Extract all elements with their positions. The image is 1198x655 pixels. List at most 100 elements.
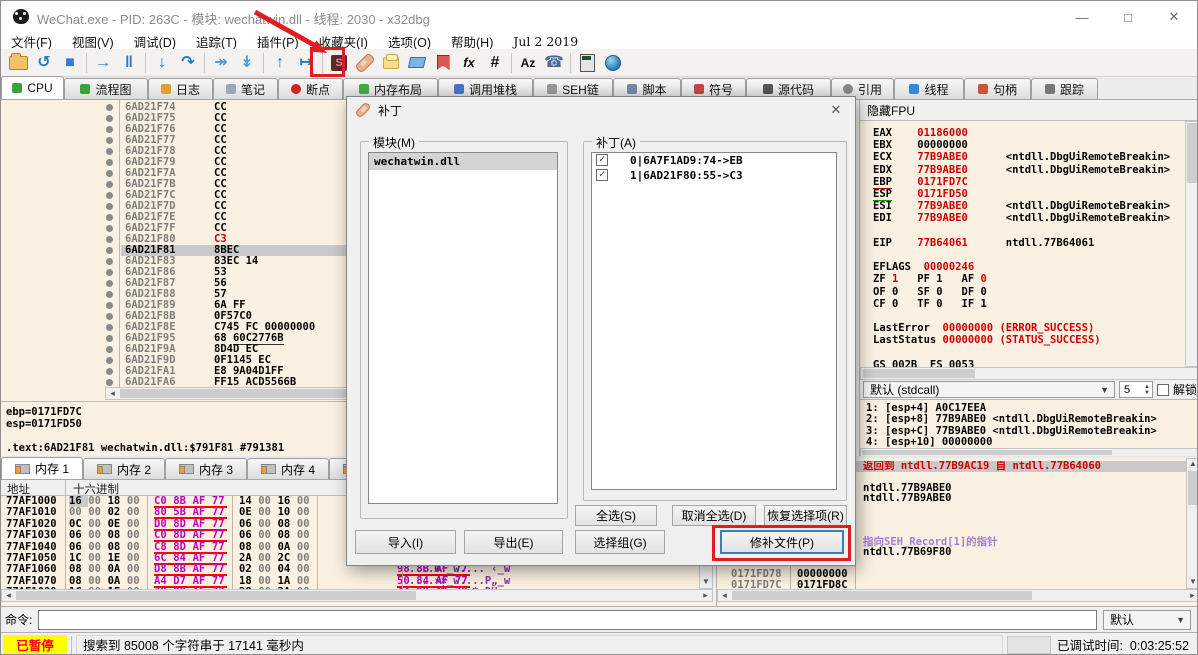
functions-button[interactable]: fx: [456, 51, 482, 75]
select-group-button[interactable]: 选择组(G): [575, 530, 665, 554]
tab-流程图[interactable]: 流程图: [64, 78, 148, 99]
breakpoint-dot[interactable]: [106, 291, 113, 298]
breakpoint-dot[interactable]: [106, 258, 113, 265]
breakpoint-dot[interactable]: [106, 192, 113, 199]
call-button[interactable]: ☎: [541, 51, 567, 75]
breakpoint-dot[interactable]: [106, 115, 113, 122]
breakpoint-dot[interactable]: [106, 335, 113, 342]
dump-tab-2[interactable]: 内存 2: [83, 458, 165, 479]
register-line[interactable]: GS 002B FS 0053: [873, 359, 974, 367]
calculator-button[interactable]: [574, 51, 600, 75]
command-input[interactable]: [38, 609, 1097, 630]
dump-row[interactable]: 77AF1070 08 00 0A 00 A4 D7 AF 77 18 00 1A 00 50 84 AF 77…: [1, 575, 699, 588]
stack-row[interactable]: 0171FD78 00000000: [717, 569, 1186, 580]
register-line[interactable]: CF 0 TF 0 IF 1: [873, 298, 987, 310]
register-line[interactable]: ESP 0171FD50: [873, 188, 968, 201]
labels-button[interactable]: [404, 51, 430, 75]
register-line[interactable]: EBP 0171FD7C: [873, 175, 968, 189]
patch-list-item[interactable]: ✓ 0|6A7F1AD9:74->EB: [592, 153, 836, 168]
patch-list-item[interactable]: ✓ 1|6AD21F80:55->C3: [592, 168, 836, 183]
stack-row[interactable]: 0171FD7C 0171FD8C: [717, 579, 1186, 589]
strings-button[interactable]: Az: [515, 51, 541, 75]
module-list-item[interactable]: wechatwin.dll: [369, 153, 557, 170]
arguments-pane[interactable]: 1: [esp+4] A0C17EEA 2: [esp+8] 77B9ABE0 <…: [859, 399, 1197, 457]
bookmarks-button[interactable]: [430, 51, 456, 75]
register-line[interactable]: EFLAGS 00000246: [873, 261, 974, 273]
tab-日志[interactable]: 日志: [148, 78, 213, 99]
minimize-button[interactable]: —: [1059, 1, 1105, 33]
trace-over-button[interactable]: ↡: [234, 51, 260, 75]
scroll-left-arrow[interactable]: ◂: [2, 590, 15, 601]
stop-button[interactable]: ■: [57, 51, 83, 75]
scroll-right-arrow[interactable]: ▸: [1186, 590, 1197, 601]
tab-句柄[interactable]: 句柄: [964, 78, 1031, 99]
menu-item-8[interactable]: 帮助(H): [441, 32, 503, 51]
menu-item-3[interactable]: 调试(D): [124, 32, 186, 51]
breakpoint-dot[interactable]: [106, 368, 113, 375]
tab-断点[interactable]: 断点: [278, 78, 343, 99]
patch-checkbox[interactable]: ✓: [596, 154, 608, 166]
register-line[interactable]: ZF 1 PF 1 AF 0: [873, 273, 987, 285]
breakpoint-dot[interactable]: [106, 236, 113, 243]
scroll-left-arrow[interactable]: ◂: [106, 388, 119, 399]
breakpoint-dot[interactable]: [106, 302, 113, 309]
dump-tab-3[interactable]: 内存 3: [165, 458, 247, 479]
pause-button[interactable]: ‖: [116, 51, 142, 75]
register-line[interactable]: ECX 77B9ABE0 <ntdll.DbgUiRemoteBreakin>: [873, 151, 1170, 163]
dump-tab-1[interactable]: 内存 1: [1, 457, 83, 479]
register-value[interactable]: 77B9ABE0: [917, 200, 968, 212]
registers-vscrollbar[interactable]: [1185, 121, 1197, 367]
patch-dialog-titlebar[interactable]: 补丁 ✕: [347, 97, 855, 123]
restore-selection-button[interactable]: 恢复选择项(R): [764, 505, 847, 526]
breakpoint-dot[interactable]: [106, 247, 113, 254]
comments-button[interactable]: [378, 51, 404, 75]
register-value[interactable]: 77B9ABE0: [917, 164, 968, 176]
register-line[interactable]: EAX 01186000: [873, 127, 968, 139]
run-button[interactable]: →: [90, 51, 116, 75]
breakpoint-dot[interactable]: [106, 170, 113, 177]
import-button[interactable]: 导入(I): [355, 530, 456, 554]
dialog-close-icon[interactable]: ✕: [823, 101, 849, 119]
menu-item-4[interactable]: 追踪(T): [186, 32, 247, 51]
breakpoint-dot[interactable]: [106, 346, 113, 353]
breakpoint-dot[interactable]: [106, 126, 113, 133]
register-value[interactable]: 77B64061: [917, 237, 968, 249]
stepper-arrows[interactable]: ▲ ▼: [1144, 384, 1152, 396]
register-line[interactable]: LastError 00000000 (ERROR_SUCCESS): [873, 322, 1094, 334]
hide-fpu-button[interactable]: 隐藏FPU: [860, 100, 1197, 121]
breakpoint-dot[interactable]: [106, 269, 113, 276]
register-value[interactable]: 77B9ABE0: [917, 212, 968, 224]
register-value[interactable]: 00000000: [917, 139, 968, 151]
breakpoint-dot[interactable]: [106, 159, 113, 166]
breakpoint-dot[interactable]: [106, 379, 113, 386]
register-value[interactable]: 00000000 (STATUS_SUCCESS): [943, 334, 1101, 346]
command-profile-select[interactable]: 默认 ▼: [1103, 609, 1191, 630]
maximize-button[interactable]: □: [1105, 1, 1151, 33]
deselect-all-button[interactable]: 取消全选(D): [672, 505, 756, 526]
stack-vscrollbar[interactable]: ▲ ▼: [1186, 458, 1197, 589]
breakpoint-dot[interactable]: [106, 137, 113, 144]
internet-button[interactable]: [600, 51, 626, 75]
breakpoint-dot[interactable]: [106, 203, 113, 210]
restart-button[interactable]: ↺: [31, 51, 57, 75]
register-value[interactable]: 00000246: [924, 261, 975, 273]
register-line[interactable]: EBX 00000000: [873, 139, 968, 151]
tab-cpu[interactable]: CPU: [1, 76, 64, 99]
register-line[interactable]: LastStatus 00000000 (STATUS_SUCCESS): [873, 334, 1101, 346]
dump-row[interactable]: 77AF1060 08 00 0A 00 D8 8B AF 77 02 00 04 00 98 8B AF 77…: [1, 563, 699, 577]
tab-跟踪[interactable]: 跟踪: [1031, 78, 1098, 99]
breakpoint-dot[interactable]: [106, 313, 113, 320]
ordinals-button[interactable]: #: [482, 51, 508, 75]
menu-item-1[interactable]: 文件(F): [1, 32, 62, 51]
tab-笔记[interactable]: 笔记: [213, 78, 278, 99]
registers-pane[interactable]: 隐藏FPU EAX 01186000 EBX 00000000 ECX 77B9AB…: [859, 100, 1197, 399]
register-line[interactable]: EIP 77B64061 ntdll.77B64061: [873, 237, 1094, 249]
registers-hscrollbar[interactable]: [860, 367, 1197, 380]
patch-button[interactable]: [352, 51, 378, 75]
step-out-button[interactable]: ↑: [267, 51, 293, 75]
depth-stepper[interactable]: 5 ▲ ▼: [1118, 381, 1153, 398]
register-line[interactable]: OF 0 SF 0 DF 0: [873, 286, 987, 298]
register-value[interactable]: 00000000 (ERROR_SUCCESS): [943, 322, 1095, 334]
menu-item-2[interactable]: 视图(V): [62, 32, 124, 51]
breakpoint-dot[interactable]: [106, 225, 113, 232]
